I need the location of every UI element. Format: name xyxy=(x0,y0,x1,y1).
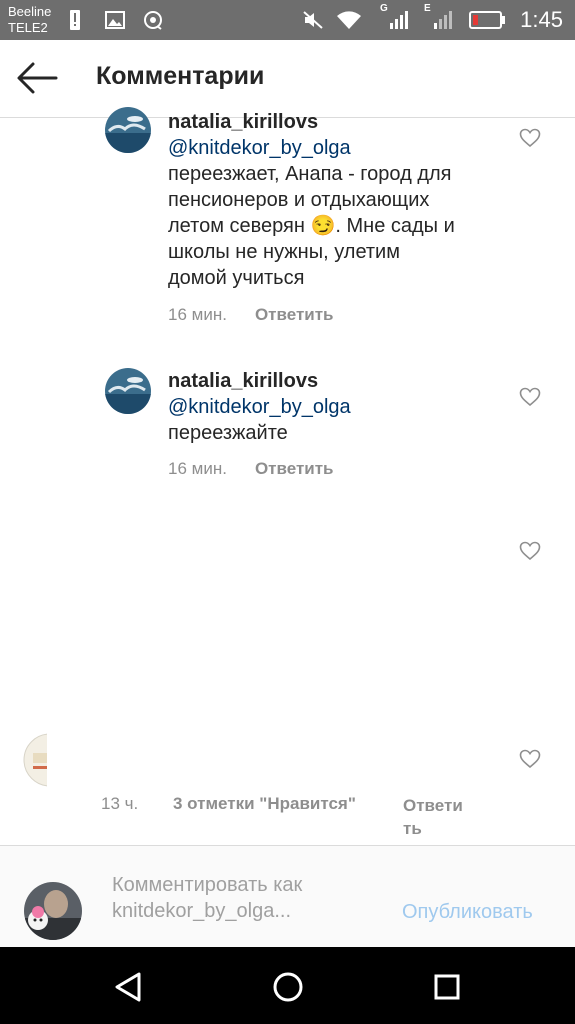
reply-label-line: ть xyxy=(403,819,422,838)
wifi-icon xyxy=(335,9,363,31)
comment-time: 16 мин. xyxy=(168,305,227,324)
carrier-2: TELE2 xyxy=(8,20,48,35)
reply-label-line: Ответи xyxy=(403,796,463,815)
comment-body: natalia_kirillovs @knitdekor_by_olga пер… xyxy=(168,109,508,291)
comment-time: 13 ч. xyxy=(101,794,139,813)
carrier-1: Beeline xyxy=(8,4,52,19)
placeholder-line: knitdekor_by_olga... xyxy=(112,900,292,922)
carrier-names: Beeline TELE2 xyxy=(8,4,51,36)
reply-button[interactable]: Ответить xyxy=(255,305,334,324)
like-heart-icon[interactable] xyxy=(519,128,541,148)
mute-icon xyxy=(302,9,324,31)
comment-text-line: домой учиться xyxy=(168,267,305,289)
placeholder-line: Комментировать как xyxy=(112,874,303,896)
app-header: Комментарии xyxy=(0,40,575,118)
comment-text-line: летом северян 😏. Мне сады и xyxy=(168,215,455,237)
hotspot-icon xyxy=(142,9,164,31)
comment-mention[interactable]: @knitdekor_by_olga xyxy=(168,135,508,161)
comment-username[interactable]: natalia_kirillovs xyxy=(168,368,508,394)
page-title: Комментарии xyxy=(96,62,265,90)
comment-username[interactable]: natalia_kirillovs xyxy=(168,109,508,135)
network-1-label: G xyxy=(380,3,388,14)
comment-meta: 16 мин. Ответить xyxy=(168,305,334,325)
nav-recents-icon[interactable] xyxy=(429,969,465,1005)
comment-text: переезжайте xyxy=(168,422,288,444)
comment-composer: Комментировать как knitdekor_by_olga... … xyxy=(0,845,575,947)
comment-input[interactable]: Комментировать как knitdekor_by_olga... xyxy=(112,872,382,924)
back-arrow-icon xyxy=(17,62,58,94)
nav-home-icon[interactable] xyxy=(270,969,306,1005)
comment-text-line: переезжает, Анапа - город для xyxy=(168,163,452,185)
avatar[interactable] xyxy=(23,733,47,787)
avatar[interactable] xyxy=(105,107,151,153)
comment-mention[interactable]: @knitdekor_by_olga xyxy=(168,394,508,420)
network-2-label: E xyxy=(424,3,431,14)
like-heart-icon[interactable] xyxy=(519,749,541,769)
comment-meta: 16 мин. Ответить xyxy=(168,459,334,479)
signal-1-icon: G xyxy=(380,3,410,31)
publish-button[interactable]: Опубликовать xyxy=(402,901,533,924)
likes-count[interactable]: 3 отметки "Нравится" xyxy=(173,794,356,814)
my-avatar xyxy=(24,882,82,940)
back-button[interactable] xyxy=(16,60,60,96)
reply-button[interactable]: Ответить xyxy=(255,459,334,478)
comment-body: natalia_kirillovs @knitdekor_by_olga пер… xyxy=(168,368,508,446)
comment-text-line: пенсионеров и отдыхающих xyxy=(168,189,430,211)
like-heart-icon[interactable] xyxy=(519,541,541,561)
gallery-icon xyxy=(104,9,126,31)
comment-text-line: школы не нужны, улетим xyxy=(168,241,400,263)
reply-button[interactable]: Ответи ть xyxy=(403,794,463,840)
battery-icon xyxy=(468,9,506,31)
avatar[interactable] xyxy=(105,368,151,414)
alert-icon xyxy=(68,9,82,31)
comment-time: 16 мин. xyxy=(168,459,227,478)
system-nav-bar xyxy=(0,947,575,1024)
nav-back-icon[interactable] xyxy=(111,969,147,1005)
clock: 1:45 xyxy=(520,7,563,32)
like-heart-icon[interactable] xyxy=(519,387,541,407)
status-bar: Beeline TELE2 G E 1:45 xyxy=(0,0,575,40)
signal-2-icon: E xyxy=(424,3,454,31)
